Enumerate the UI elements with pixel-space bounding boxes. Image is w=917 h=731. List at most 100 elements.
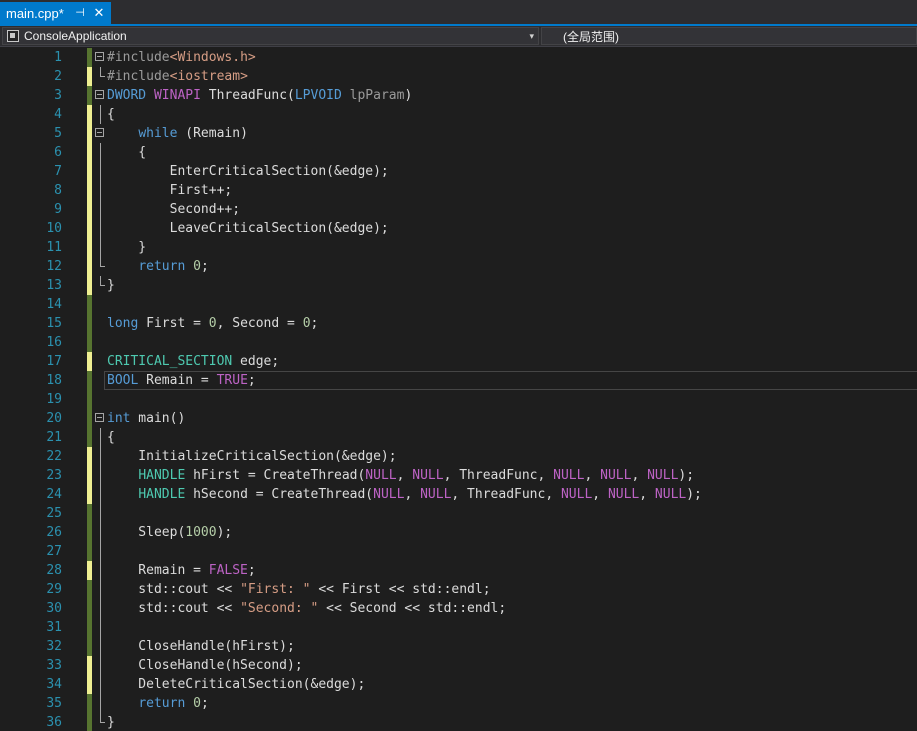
outline-end-guide: [100, 713, 105, 723]
unsaved-change-marker: [87, 238, 92, 257]
code-token: 1000: [185, 525, 217, 540]
code-token: CloseHandle(hFirst);: [107, 639, 295, 654]
unsaved-change-marker: [87, 219, 92, 238]
code-line[interactable]: 34 DeleteCriticalSection(&edge);: [0, 675, 917, 694]
code-token: );: [686, 487, 702, 502]
code-token: LPVOID: [294, 88, 342, 103]
code-line[interactable]: 33 CloseHandle(hSecond);: [0, 656, 917, 675]
code-editor[interactable]: 1 #include<Windows.h> 2 #include<iostream> 3…: [0, 47, 917, 731]
code-line[interactable]: 6 {: [0, 143, 917, 162]
code-token: std::cout <<: [107, 582, 241, 597]
code-token: ;: [310, 316, 319, 331]
line-number: 16: [46, 335, 62, 350]
code-text: DeleteCriticalSection(&edge);: [107, 675, 365, 694]
code-line[interactable]: 14: [0, 295, 917, 314]
outline-guide: [100, 162, 101, 181]
project-dropdown[interactable]: ConsoleApplication ▾: [2, 27, 539, 45]
chevron-down-icon[interactable]: ▾: [529, 28, 534, 44]
line-number: 3: [54, 88, 62, 103]
code-line[interactable]: 35 return 0;: [0, 694, 917, 713]
code-token: hSecond = CreateThread(: [185, 487, 374, 502]
code-token: }: [107, 715, 115, 730]
code-line[interactable]: 2 #include<iostream>: [0, 67, 917, 86]
code-line[interactable]: 19: [0, 390, 917, 409]
collapse-icon[interactable]: [95, 128, 104, 137]
code-token: , ThreadFunc,: [443, 468, 554, 483]
tab-title: main.cpp*: [6, 6, 64, 21]
code-token: NULL: [373, 487, 405, 502]
saved-change-marker: [87, 295, 92, 314]
outline-guide: [100, 219, 101, 238]
outline-end-guide: [100, 276, 105, 286]
code-line[interactable]: 20 int main(): [0, 409, 917, 428]
code-line[interactable]: 23 HANDLE hFirst = CreateThread(NULL, NU…: [0, 466, 917, 485]
scope-dropdown[interactable]: (全局范围): [541, 27, 917, 45]
code-token: ;: [200, 696, 209, 711]
pin-icon[interactable]: ⊣: [74, 5, 86, 21]
code-line[interactable]: 31: [0, 618, 917, 637]
code-line[interactable]: 29 std::cout << "First: " << First << st…: [0, 580, 917, 599]
code-token: WINAPI: [153, 88, 201, 103]
tab-main-cpp[interactable]: main.cpp* ⊣ ✕: [0, 2, 111, 25]
code-token: InitializeCriticalSection(&edge);: [107, 449, 397, 464]
saved-change-marker: [87, 428, 92, 447]
code-line[interactable]: 9 Second++;: [0, 200, 917, 219]
code-line[interactable]: 4{: [0, 105, 917, 124]
unsaved-change-marker: [87, 656, 92, 675]
code-line[interactable]: 16: [0, 333, 917, 352]
code-line[interactable]: 18 BOOL Remain = TRUE;: [0, 371, 917, 390]
code-text: Second++;: [107, 200, 240, 219]
code-token: <Windows.h>: [169, 50, 256, 65]
collapse-icon[interactable]: [95, 52, 104, 61]
unsaved-change-marker: [87, 257, 92, 276]
code-line[interactable]: 8 First++;: [0, 181, 917, 200]
code-line[interactable]: 32 CloseHandle(hFirst);: [0, 637, 917, 656]
code-line[interactable]: 12 return 0;: [0, 257, 917, 276]
code-line[interactable]: 22 InitializeCriticalSection(&edge);: [0, 447, 917, 466]
code-line[interactable]: 36}: [0, 713, 917, 731]
code-line[interactable]: 3 DWORD WINAPI ThreadFunc(LPVOID lpParam): [0, 86, 917, 105]
code-line[interactable]: 10 LeaveCriticalSection(&edge);: [0, 219, 917, 238]
collapse-icon[interactable]: [95, 413, 104, 422]
outline-guide: [100, 599, 101, 618]
unsaved-change-marker: [87, 143, 92, 162]
code-text: EnterCriticalSection(&edge);: [107, 162, 389, 181]
code-text: Sleep(1000);: [107, 523, 232, 542]
close-icon[interactable]: ✕: [92, 5, 106, 21]
unsaved-change-marker: [87, 485, 92, 504]
code-line[interactable]: 5 while (Remain): [0, 124, 917, 143]
code-line[interactable]: 25: [0, 504, 917, 523]
line-number: 24: [46, 487, 62, 502]
code-line[interactable]: 26 Sleep(1000);: [0, 523, 917, 542]
code-line[interactable]: 27: [0, 542, 917, 561]
code-token: ,: [396, 468, 413, 483]
code-token: #include: [107, 50, 170, 65]
code-token: "First: ": [240, 582, 311, 597]
outline-guide: [100, 523, 101, 542]
code-line[interactable]: 11 }: [0, 238, 917, 257]
code-text: CRITICAL_SECTION edge;: [107, 352, 279, 371]
code-line[interactable]: 1 #include<Windows.h>: [0, 48, 917, 67]
collapse-icon[interactable]: [95, 90, 104, 99]
code-token: , ThreadFunc,: [451, 487, 561, 502]
code-token: "Second: ": [240, 601, 319, 616]
code-text: CloseHandle(hSecond);: [107, 656, 302, 675]
code-line[interactable]: 24 HANDLE hSecond = CreateThread(NULL, N…: [0, 485, 917, 504]
code-line[interactable]: 30 std::cout << "Second: " << Second << …: [0, 599, 917, 618]
code-token: return: [138, 696, 186, 711]
code-line[interactable]: 21 {: [0, 428, 917, 447]
code-line[interactable]: 28 Remain = FALSE;: [0, 561, 917, 580]
code-line[interactable]: 17 CRITICAL_SECTION edge;: [0, 352, 917, 371]
code-line[interactable]: 13}: [0, 276, 917, 295]
code-line[interactable]: 15 long First = 0, Second = 0;: [0, 314, 917, 333]
line-number: 5: [54, 126, 62, 141]
line-number: 20: [46, 411, 62, 426]
project-icon: [7, 30, 19, 42]
code-line[interactable]: 7 EnterCriticalSection(&edge);: [0, 162, 917, 181]
line-number: 31: [46, 620, 62, 635]
